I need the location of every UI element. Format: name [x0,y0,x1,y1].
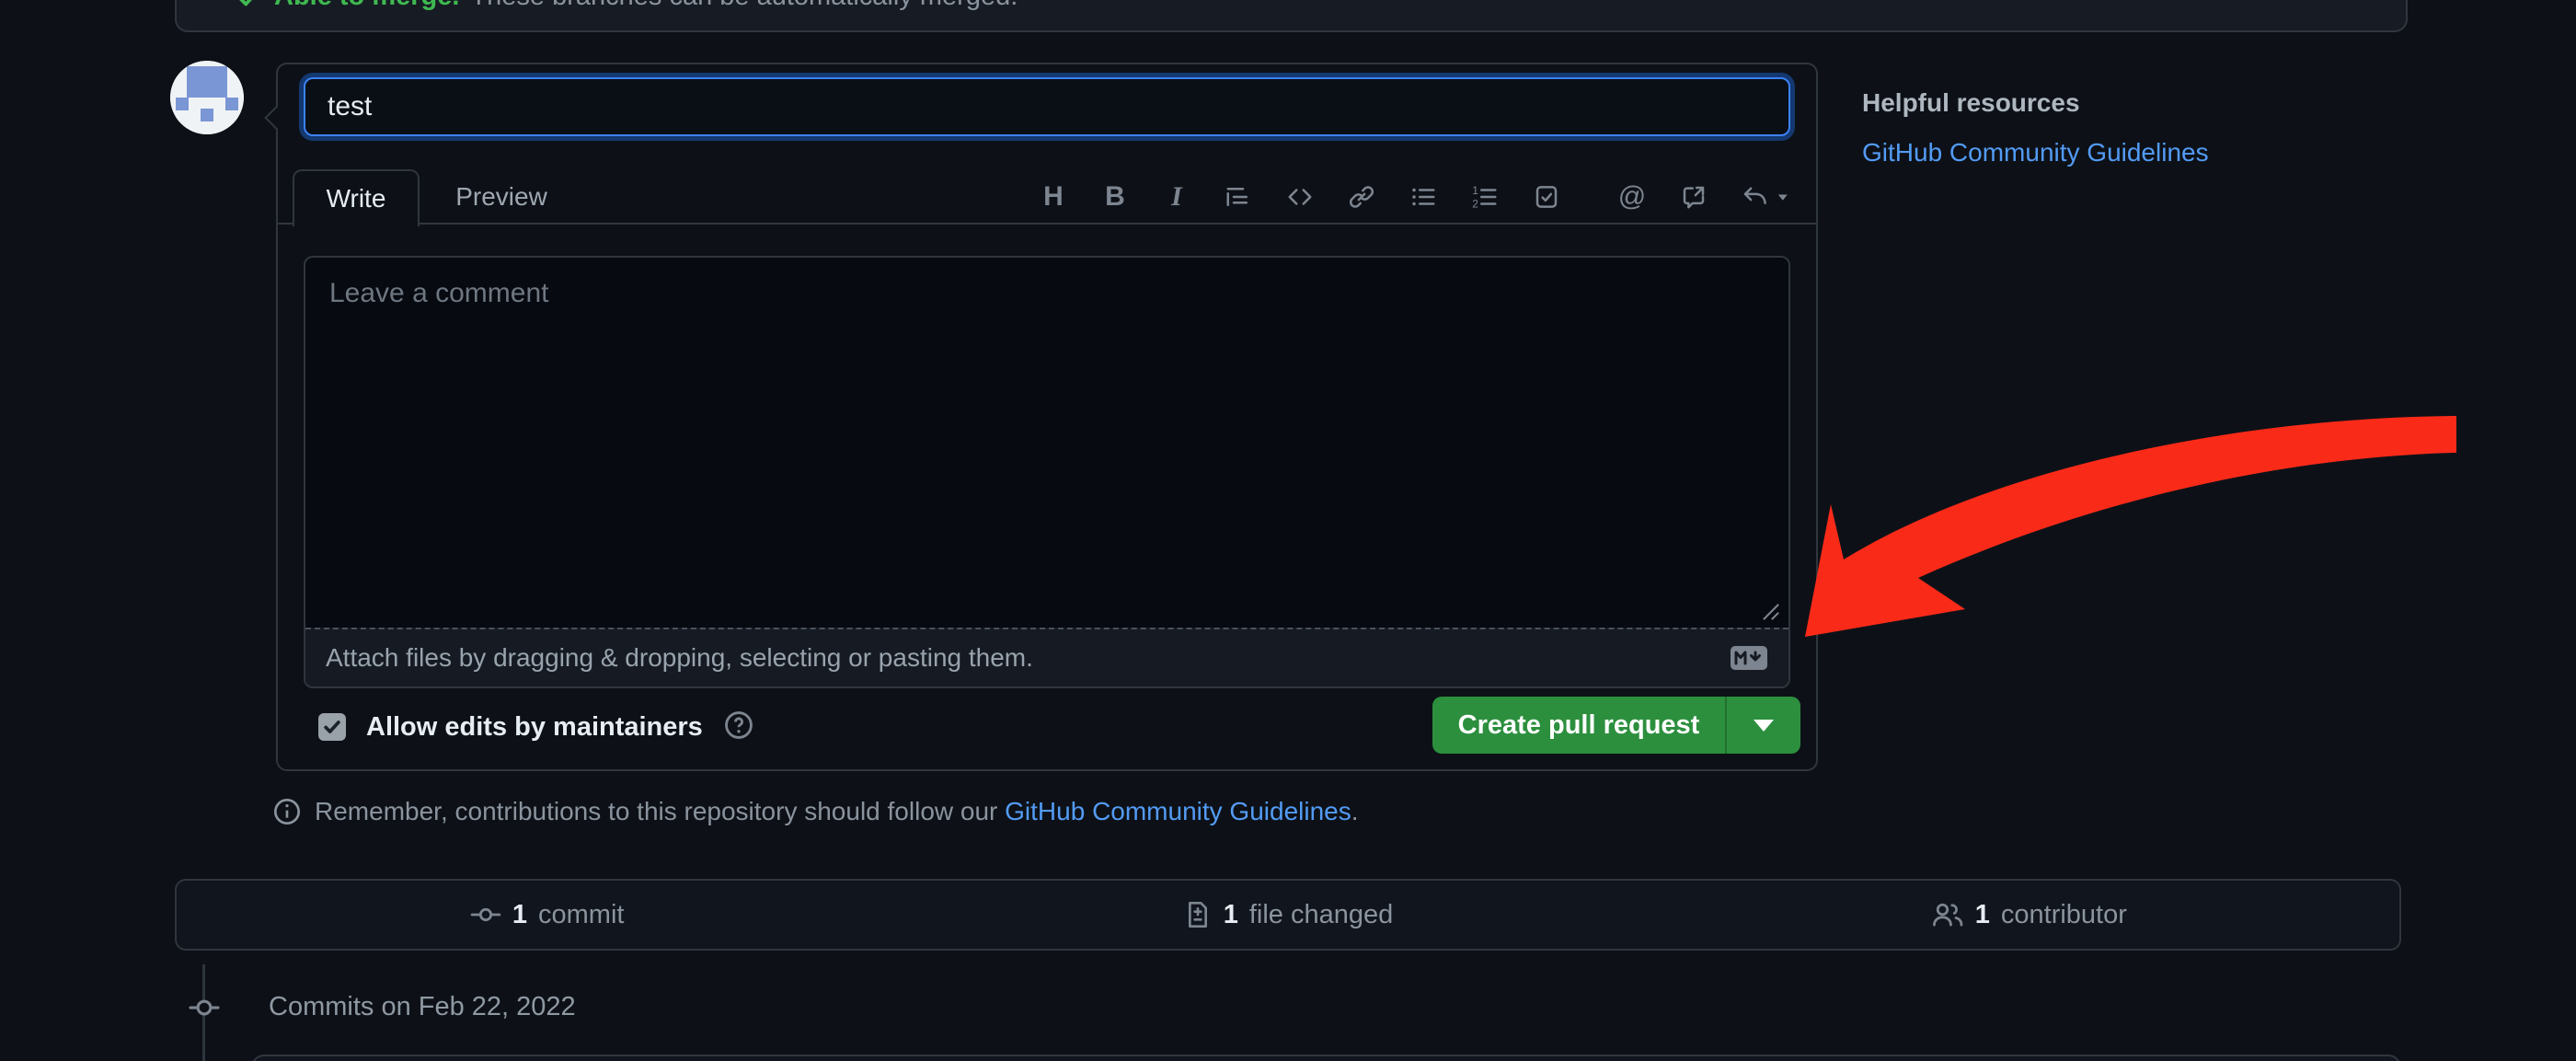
tab-write-label: Write [327,184,386,213]
link-icon[interactable] [1347,180,1376,213]
comment-textarea[interactable] [305,258,1788,629]
pr-title-input[interactable] [304,77,1790,136]
attach-hint: Attach files by dragging & dropping, sel… [326,643,1033,673]
resize-handle-icon[interactable] [1759,600,1783,629]
reminder-period: . [1351,797,1359,825]
ordered-list-icon[interactable]: 12 [1470,180,1500,213]
people-icon [1931,899,1964,930]
merge-status-message: These branches can be automatically merg… [470,0,1018,12]
allow-edits-label: Allow edits by maintainers [366,712,703,743]
pull-request-page: Able to merge. These branches can be aut… [0,0,2576,1061]
info-icon [272,797,302,826]
comment-editor: Attach files by dragging & dropping, sel… [304,256,1790,688]
editor-tab-bar: Write Preview H B I [278,169,1816,225]
quote-icon[interactable] [1224,180,1253,213]
stat-contributors[interactable]: 1contributor [1659,899,2399,930]
create-pr-button-group: Create pull request [1432,697,1800,754]
avatar [170,61,244,134]
mention-icon[interactable]: @ [1617,180,1647,213]
svg-text:1: 1 [1472,184,1478,197]
markdown-icon [1730,645,1768,671]
attach-files-bar[interactable]: Attach files by dragging & dropping, sel… [305,628,1788,686]
merge-status-text: Able to merge. [274,0,459,12]
task-list-icon[interactable] [1532,180,1561,213]
stat-files-changed[interactable]: 1file changed [917,900,1658,930]
bold-icon[interactable]: B [1100,180,1130,213]
chevron-down-icon [1754,720,1774,732]
community-guidelines-link[interactable]: GitHub Community Guidelines [1005,797,1351,825]
merge-status-banner: Able to merge. These branches can be aut… [175,0,2408,32]
tab-preview-label: Preview [455,182,547,212]
helpful-resources-heading: Helpful resources [1862,88,2080,118]
pr-stats-bar: 1commit 1file changed 1contributor [175,879,2401,951]
tab-write[interactable]: Write [293,169,420,226]
allow-edits-checkbox[interactable] [318,713,346,741]
markdown-toolbar: H B I 12 [1039,169,1788,225]
pull-request-form-card: Write Preview H B I [276,63,1818,771]
cross-reference-icon[interactable] [1679,180,1708,213]
heading-icon[interactable]: H [1039,180,1068,213]
code-icon[interactable] [1285,180,1315,213]
file-diff-icon [1183,900,1213,929]
reminder-text: Remember, contributions to this reposito… [315,797,1005,825]
create-pull-request-button[interactable]: Create pull request [1432,697,1725,754]
unordered-list-icon[interactable] [1409,180,1438,213]
help-icon[interactable] [723,709,754,745]
reply-icon[interactable] [1741,180,1788,213]
commit-icon [470,899,501,930]
stat-commits[interactable]: 1commit [177,899,917,930]
italic-icon[interactable]: I [1162,180,1191,213]
sidebar-guidelines-link[interactable]: GitHub Community Guidelines [1862,138,2209,167]
allow-edits-row: Allow edits by maintainers [318,707,754,747]
commit-list-box [251,1055,2401,1061]
check-icon [236,0,263,11]
svg-text:2: 2 [1472,197,1478,210]
commits-date-heading: Commits on Feb 22, 2022 [269,992,576,1022]
guidelines-reminder: Remember, contributions to this reposito… [272,791,1359,832]
commit-icon [180,994,228,1026]
tab-preview[interactable]: Preview [432,169,570,225]
create-pr-dropdown-button[interactable] [1725,697,1800,754]
